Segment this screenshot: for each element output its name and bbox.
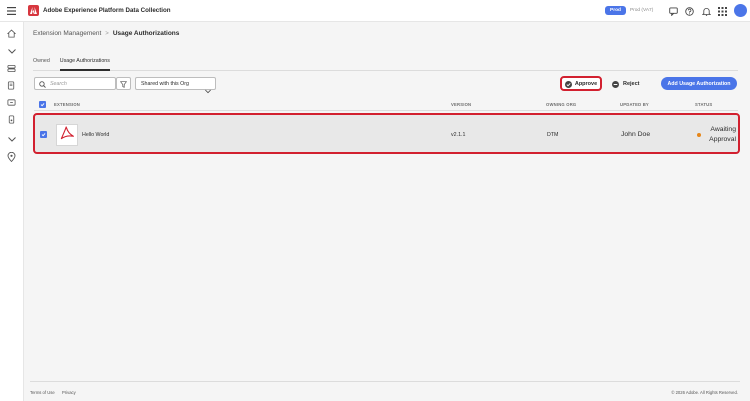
checkmark-circle-icon xyxy=(564,75,572,93)
chevron-down-icon[interactable] xyxy=(5,45,18,58)
chevron-down-icon[interactable] xyxy=(5,133,18,146)
tab-usage-authorizations[interactable]: Usage Authorizations xyxy=(59,56,110,71)
status-dot-icon xyxy=(697,133,701,137)
owning-org: DTM xyxy=(547,132,559,138)
reject-button[interactable]: Reject xyxy=(612,77,640,90)
feedback-icon[interactable] xyxy=(667,5,679,17)
column-header-version[interactable]: VERSION xyxy=(451,102,471,107)
filter-icon xyxy=(119,75,128,93)
env-active-badge[interactable]: Prod xyxy=(605,6,626,15)
approve-button[interactable]: Approve xyxy=(560,76,602,91)
reject-button-label: Reject xyxy=(623,80,640,87)
tags-icon[interactable] xyxy=(5,113,18,126)
extension-version: v2.1.1 xyxy=(451,132,466,138)
footer: Terms of Use Privacy © 2026 Adobe. All R… xyxy=(30,381,740,399)
extension-thumbnail xyxy=(56,124,78,146)
minus-circle-icon xyxy=(612,75,619,93)
breadcrumb-parent-link[interactable]: Extension Management xyxy=(33,30,101,37)
search-icon xyxy=(39,75,46,93)
approve-button-label: Approve xyxy=(574,80,598,87)
org-filter-value: Shared with this Org xyxy=(141,80,189,87)
org-filter-dropdown[interactable]: Shared with this Org xyxy=(135,77,216,94)
column-header-updated-by[interactable]: UPDATED BY xyxy=(620,102,649,107)
left-nav-rail xyxy=(0,22,24,401)
breadcrumb: Extension Management > Usage Authorizati… xyxy=(33,30,179,37)
user-avatar[interactable] xyxy=(734,4,747,17)
page-title: Usage Authorizations xyxy=(112,30,180,37)
env-other-label[interactable]: Prod (VA7) xyxy=(630,8,653,13)
status-badge: Awaiting Approval xyxy=(709,126,736,143)
column-header-owning-org[interactable]: OWNING ORG xyxy=(546,102,576,107)
row-checkbox[interactable] xyxy=(40,131,47,138)
home-icon[interactable] xyxy=(5,27,18,40)
add-usage-authorization-button[interactable]: Add Usage Authorization xyxy=(661,77,737,90)
table-header: EXTENSION VERSION OWNING ORG UPDATED BY … xyxy=(34,99,738,111)
data-source-icon[interactable] xyxy=(5,62,18,75)
location-icon[interactable] xyxy=(5,150,18,163)
environment-switcher[interactable]: Prod Prod (VA7) xyxy=(605,6,653,15)
destinations-icon[interactable] xyxy=(5,96,18,109)
adobe-logo-icon xyxy=(28,5,39,16)
menu-icon[interactable] xyxy=(0,0,22,22)
help-icon[interactable] xyxy=(683,5,695,17)
tab-bar: Owned Usage Authorizations xyxy=(33,56,738,71)
copyright-text: © 2026 Adobe. All Rights Reserved. xyxy=(671,390,738,395)
column-header-status[interactable]: STATUS xyxy=(695,102,712,107)
privacy-link[interactable]: Privacy xyxy=(62,390,76,395)
schema-icon[interactable] xyxy=(5,79,18,92)
apps-grid-icon[interactable] xyxy=(716,5,728,17)
chevron-down-icon xyxy=(205,81,211,99)
bell-icon[interactable] xyxy=(700,5,712,17)
acrobat-icon xyxy=(59,125,75,146)
select-all-checkbox[interactable] xyxy=(39,101,46,108)
breadcrumb-separator: > xyxy=(105,30,109,37)
tab-owned[interactable]: Owned xyxy=(33,56,50,71)
column-header-extension[interactable]: EXTENSION xyxy=(54,102,80,107)
extension-name[interactable]: Hello World xyxy=(82,132,109,138)
table-row[interactable]: Hello World v2.1.1 DTM John Doe Awaiting… xyxy=(33,113,740,154)
filter-button[interactable] xyxy=(116,77,131,90)
search-field[interactable]: Search xyxy=(34,77,116,90)
app-title: Adobe Experience Platform Data Collectio… xyxy=(43,7,171,14)
terms-of-use-link[interactable]: Terms of Use xyxy=(30,390,55,395)
updated-by: John Doe xyxy=(621,131,651,138)
search-input[interactable]: Search xyxy=(50,81,67,87)
